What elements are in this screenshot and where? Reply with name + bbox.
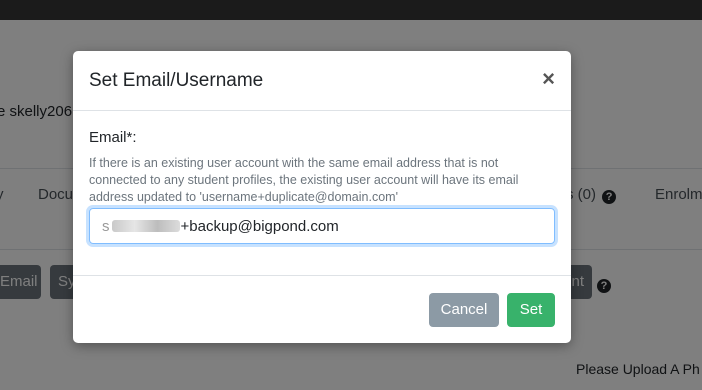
cancel-button[interactable]: Cancel: [429, 293, 499, 327]
close-icon[interactable]: ×: [542, 68, 555, 90]
email-label: Email*:: [89, 129, 137, 146]
set-button[interactable]: Set: [507, 293, 555, 327]
email-input[interactable]: s +backup@bigpond.com: [89, 208, 555, 244]
modal-header: Set Email/Username ×: [73, 51, 571, 111]
email-value-first-char: s: [102, 217, 110, 235]
modal-footer: Cancel Set: [73, 275, 571, 344]
set-email-modal: Set Email/Username × Email*: If there is…: [73, 51, 571, 343]
modal-title: Set Email/Username: [89, 70, 264, 91]
email-help-text: If there is an existing user account wit…: [89, 156, 519, 204]
redacted-email-part: [111, 220, 180, 232]
email-value-text: +backup@bigpond.com: [180, 217, 339, 235]
browser-top-bar: [0, 0, 702, 20]
